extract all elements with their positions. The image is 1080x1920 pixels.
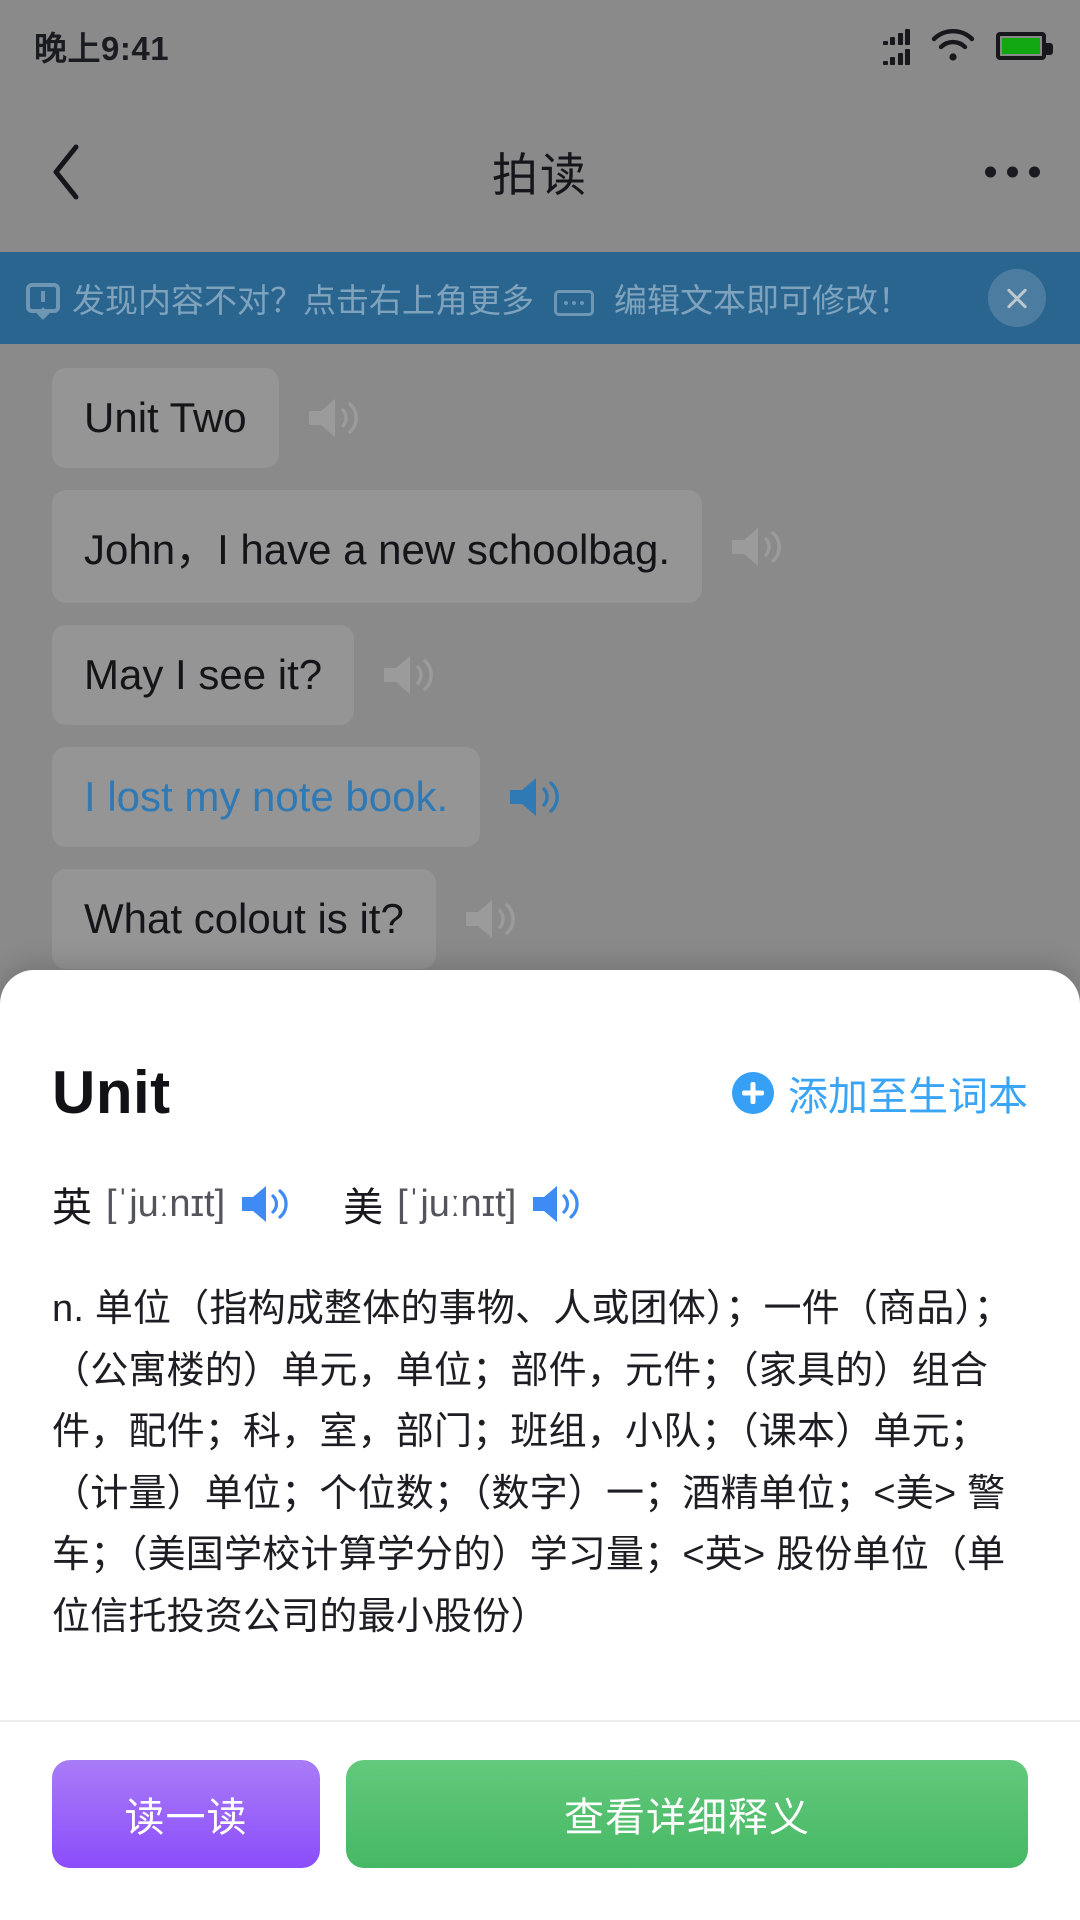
- warning-bubble-icon: [26, 283, 60, 313]
- speaker-icon[interactable]: [239, 1182, 295, 1226]
- status-bar: 晚上9:41: [0, 0, 1080, 92]
- sentence-row[interactable]: May I see it?: [52, 625, 1080, 725]
- read-aloud-button[interactable]: 读一读: [52, 1760, 320, 1868]
- tip-banner-text-before: 发现内容不对？点击右上角更多: [72, 282, 534, 319]
- speaker-icon[interactable]: [462, 895, 524, 943]
- more-dots-icon: [1007, 166, 1018, 178]
- phonetic-us: 美 [ˈjuːnɪt]: [343, 1175, 586, 1233]
- dictionary-content: Unit 添加至生词本 英 [ˈjuːnɪt] 美 [ˈjuːnɪt] n. 单…: [0, 970, 1080, 1720]
- plus-circle-icon: [732, 1071, 774, 1114]
- phonetic-ipa: [ˈjuːnɪt]: [106, 1182, 226, 1225]
- add-to-wordbook-button[interactable]: 添加至生词本: [732, 1064, 1028, 1122]
- sentence-row-active[interactable]: I lost my note book.: [52, 747, 1080, 847]
- speaker-icon[interactable]: [530, 1182, 586, 1226]
- sentence-row[interactable]: John，I have a new schoolbag.: [52, 490, 1080, 603]
- battery-icon: [996, 32, 1053, 60]
- tip-banner-text-after: 编辑文本即可修改！: [614, 282, 911, 319]
- speaker-icon[interactable]: [305, 394, 367, 442]
- sentence-text[interactable]: May I see it?: [52, 625, 355, 725]
- phonetic-uk: 英 [ˈjuːnɪt]: [52, 1175, 295, 1233]
- phonetic-ipa: [ˈjuːnɪt]: [397, 1182, 517, 1225]
- phonetics-row: 英 [ˈjuːnɪt] 美 [ˈjuːnɪt]: [52, 1175, 1028, 1233]
- view-detail-button[interactable]: 查看详细释义: [346, 1760, 1028, 1868]
- back-button[interactable]: [30, 136, 102, 208]
- word-header: Unit 添加至生词本: [52, 1058, 1028, 1127]
- status-icons: [882, 28, 1053, 65]
- nav-bar: 拍读: [0, 92, 1080, 252]
- sentence-list: Unit Two John，I have a new schoolbag. Ma…: [0, 368, 1080, 991]
- word-title: Unit: [52, 1059, 171, 1126]
- tip-banner-content: 发现内容不对？点击右上角更多 编辑文本即可修改！: [0, 274, 988, 322]
- more-dots-icon: [1029, 166, 1040, 178]
- speaker-icon[interactable]: [506, 773, 568, 821]
- add-to-wordbook-label: 添加至生词本: [788, 1074, 1028, 1119]
- phonetic-lang-label: 英: [52, 1186, 92, 1230]
- sentence-text[interactable]: Unit Two: [52, 368, 279, 468]
- wifi-icon: [930, 28, 976, 64]
- page-title: 拍读: [492, 149, 588, 201]
- sentence-text[interactable]: John，I have a new schoolbag.: [52, 490, 703, 603]
- signal-bars-icon: [882, 28, 910, 65]
- more-dots-icon: [985, 166, 996, 178]
- more-menu-button[interactable]: [979, 153, 1046, 192]
- speaker-icon[interactable]: [728, 523, 790, 571]
- close-icon[interactable]: [988, 269, 1046, 327]
- word-definition: n. 单位（指构成整体的事物、人或团体）；一件（商品）；（公寓楼的）单元，单位；…: [52, 1288, 1012, 1638]
- sentence-row[interactable]: What colout is it?: [52, 869, 1080, 969]
- status-time: 晚上9:41: [34, 30, 170, 67]
- more-dots-icon: [554, 290, 594, 316]
- speaker-icon[interactable]: [380, 651, 442, 699]
- dictionary-bottom-sheet: Unit 添加至生词本 英 [ˈjuːnɪt] 美 [ˈjuːnɪt] n. 单…: [0, 970, 1080, 1920]
- sentence-row[interactable]: Unit Two: [52, 368, 1080, 468]
- sentence-text[interactable]: What colout is it?: [52, 869, 436, 969]
- sentence-text[interactable]: I lost my note book.: [52, 747, 481, 847]
- sheet-action-bar: 读一读 查看详细释义: [0, 1722, 1080, 1920]
- phonetic-lang-label: 美: [343, 1186, 384, 1230]
- tip-banner[interactable]: 发现内容不对？点击右上角更多 编辑文本即可修改！: [0, 252, 1080, 344]
